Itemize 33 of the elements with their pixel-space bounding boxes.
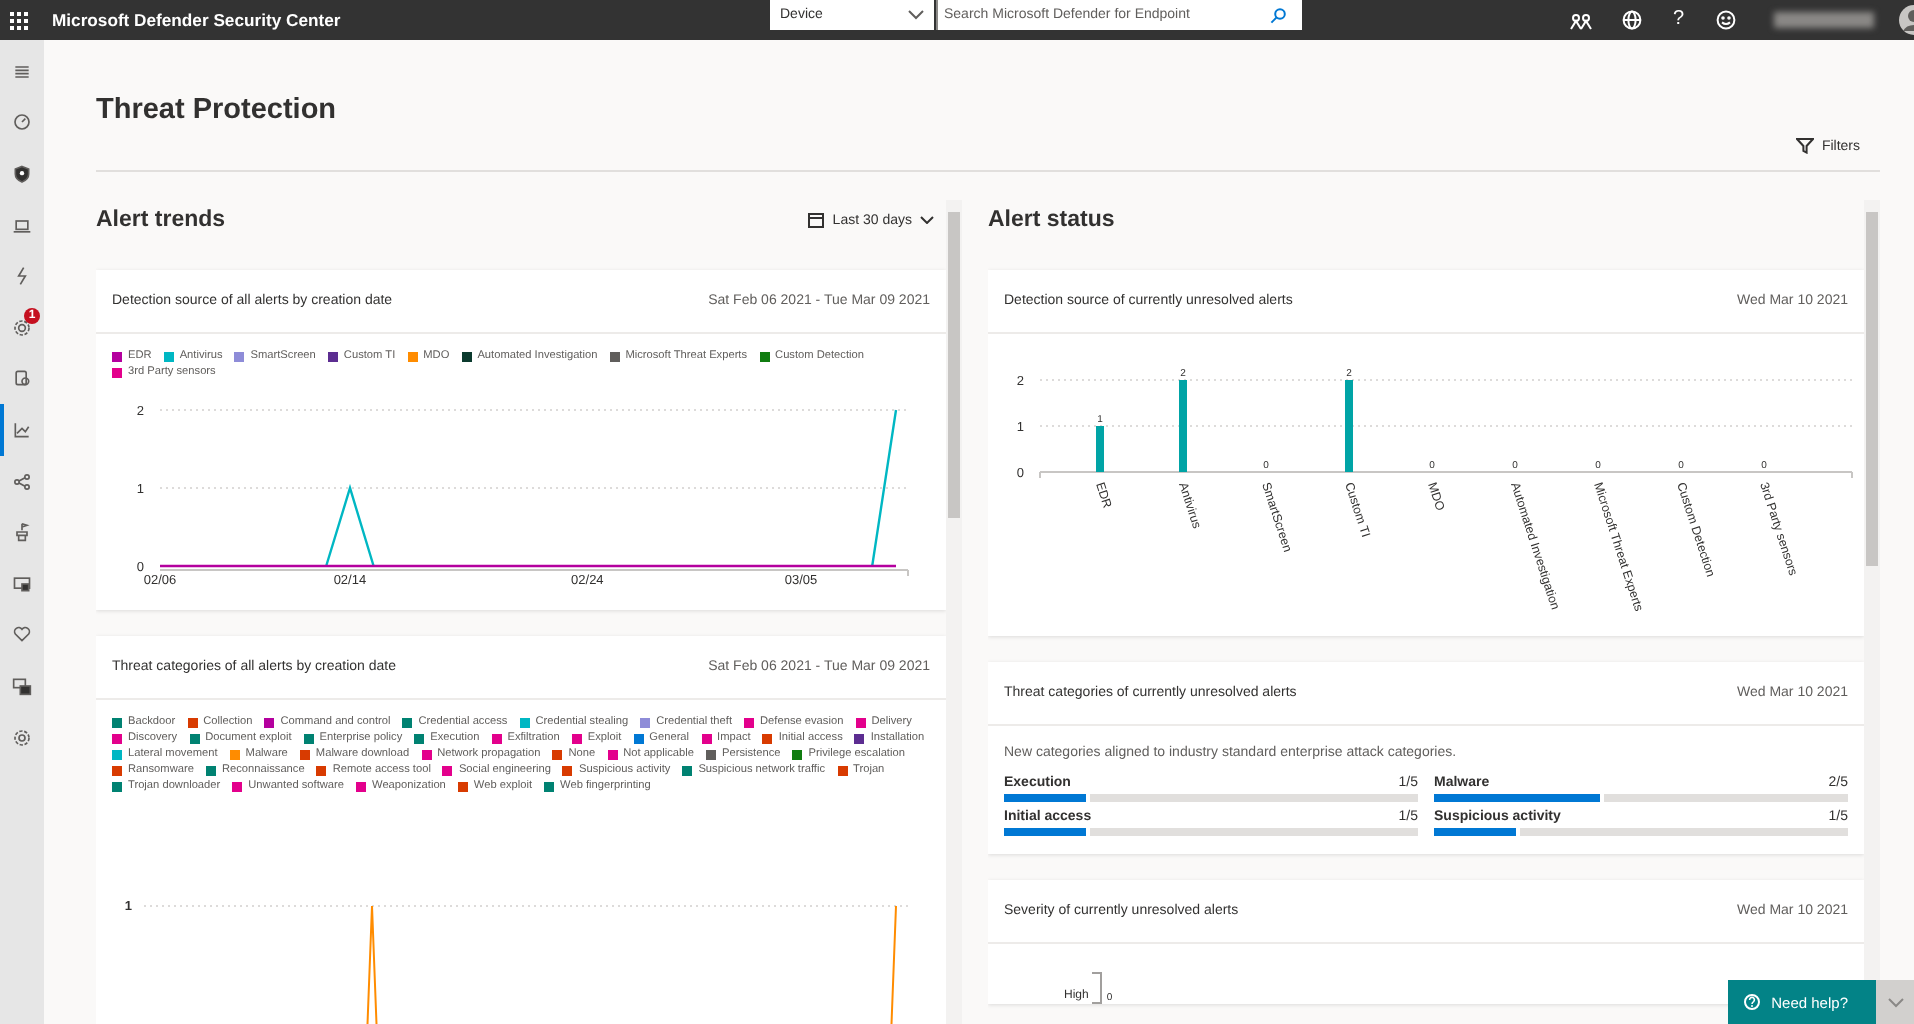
bar — [1179, 380, 1187, 472]
flag-icon — [12, 522, 32, 543]
share-nodes-icon — [12, 471, 32, 492]
axis-line — [1092, 972, 1103, 1004]
redacted-name — [1774, 12, 1874, 28]
page-title: Threat Protection — [96, 94, 337, 126]
section-title: Alert trends — [96, 208, 226, 232]
devices-icon — [12, 675, 32, 696]
bar — [1096, 426, 1104, 472]
menu-icon — [12, 61, 32, 82]
scrollbar-thumb[interactable] — [1866, 212, 1878, 566]
shield-icon — [12, 163, 32, 184]
laptop-icon — [12, 215, 32, 236]
section-title: Alert status — [988, 208, 1115, 232]
line-chart-icon — [12, 419, 32, 440]
lightning-icon — [12, 266, 32, 287]
help-button[interactable]: ? — [1672, 0, 1684, 40]
help-icon — [1743, 994, 1760, 1010]
clipboard-icon — [12, 368, 32, 389]
filter-icon — [1795, 138, 1814, 154]
bar — [1345, 380, 1353, 472]
gauge-icon — [12, 112, 32, 133]
app-title: Microsoft Defender Security Center — [52, 10, 341, 30]
calendar-icon — [808, 212, 825, 228]
gear-icon — [12, 317, 32, 338]
chevron-icon — [908, 10, 924, 20]
search-icon[interactable] — [1270, 7, 1286, 23]
scrollbar-thumb[interactable] — [948, 212, 960, 518]
chevron-icon — [920, 216, 934, 224]
chevron-icon — [1887, 997, 1903, 1007]
monitor-icon — [12, 573, 32, 594]
heart-icon — [12, 624, 32, 645]
settings-icon — [12, 727, 32, 748]
